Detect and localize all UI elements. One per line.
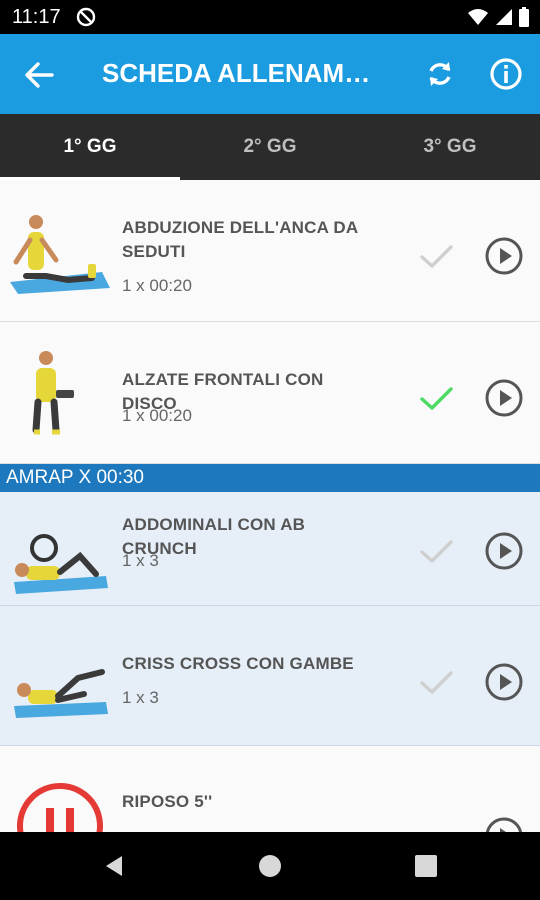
check-icon[interactable] — [416, 531, 456, 571]
exercise-thumbnail — [32, 351, 74, 435]
exercise-title: CRISS CROSS CON GAMBE — [122, 654, 354, 673]
nav-back-icon[interactable] — [100, 852, 128, 880]
exercise-title: ADDOMINALI CON AB CRUNCH — [122, 515, 306, 558]
play-icon[interactable] — [484, 816, 524, 832]
exercise-row[interactable]: ADDOMINALI CON AB CRUNCH 1 x 3 — [0, 492, 540, 606]
do-not-disturb-icon — [76, 7, 96, 27]
status-time: 11:17 — [12, 6, 61, 28]
rest-title: RIPOSO 5'' — [122, 792, 213, 811]
play-icon[interactable] — [484, 531, 524, 571]
sync-icon[interactable] — [422, 56, 458, 92]
nav-recents-icon[interactable] — [412, 852, 440, 880]
play-icon[interactable] — [484, 236, 524, 276]
day-tabs: 1° GG 2° GG 3° GG — [0, 114, 540, 180]
exercise-row[interactable]: ABDUZIONE DELL'ANCA DA SEDUTI 1 x 00:20 — [0, 180, 540, 322]
check-icon[interactable] — [416, 378, 456, 418]
app-bar: SCHEDA ALLENAMENTO — [0, 34, 540, 114]
exercise-list: ABDUZIONE DELL'ANCA DA SEDUTI 1 x 00:20 … — [0, 180, 540, 832]
exercise-row[interactable]: CRISS CROSS CON GAMBE 1 x 3 — [0, 606, 540, 746]
timer-icon — [17, 783, 103, 832]
info-icon[interactable] — [488, 56, 524, 92]
status-bar: 11:17 — [0, 0, 540, 34]
tab-day-1[interactable]: 1° GG — [0, 114, 180, 180]
exercise-row[interactable]: ALZATE FRONTALI CON DISCO 1 x 00:20 — [0, 322, 540, 464]
system-nav-bar — [0, 832, 540, 900]
nav-home-icon[interactable] — [256, 852, 284, 880]
wifi-icon — [468, 9, 489, 25]
status-icons — [467, 7, 530, 32]
check-icon[interactable] — [416, 236, 456, 276]
page-title: SCHEDA ALLENAMENTO — [102, 58, 384, 88]
check-icon[interactable] — [416, 662, 456, 702]
signal-icon — [495, 9, 512, 25]
back-arrow-icon[interactable] — [22, 58, 56, 92]
amrap-section-header: AMRAP X 00:30 — [0, 464, 540, 492]
exercise-thumbnail — [14, 669, 108, 718]
play-icon[interactable] — [484, 662, 524, 702]
exercise-detail: 1 x 00:20 — [122, 406, 192, 425]
rest-row[interactable]: RIPOSO 5'' — [0, 746, 540, 832]
exercise-detail: 1 x 00:20 — [122, 276, 192, 295]
exercise-thumbnail — [14, 534, 108, 594]
exercise-detail: 1 x 3 — [122, 551, 159, 570]
play-icon[interactable] — [484, 378, 524, 418]
battery-icon — [519, 7, 529, 27]
exercise-title: ABDUZIONE DELL'ANCA DA SEDUTI — [122, 218, 358, 261]
tab-day-3[interactable]: 3° GG — [360, 114, 540, 180]
exercise-detail: 1 x 3 — [122, 688, 159, 707]
exercise-thumbnail — [10, 215, 110, 294]
tab-day-2[interactable]: 2° GG — [180, 114, 360, 180]
